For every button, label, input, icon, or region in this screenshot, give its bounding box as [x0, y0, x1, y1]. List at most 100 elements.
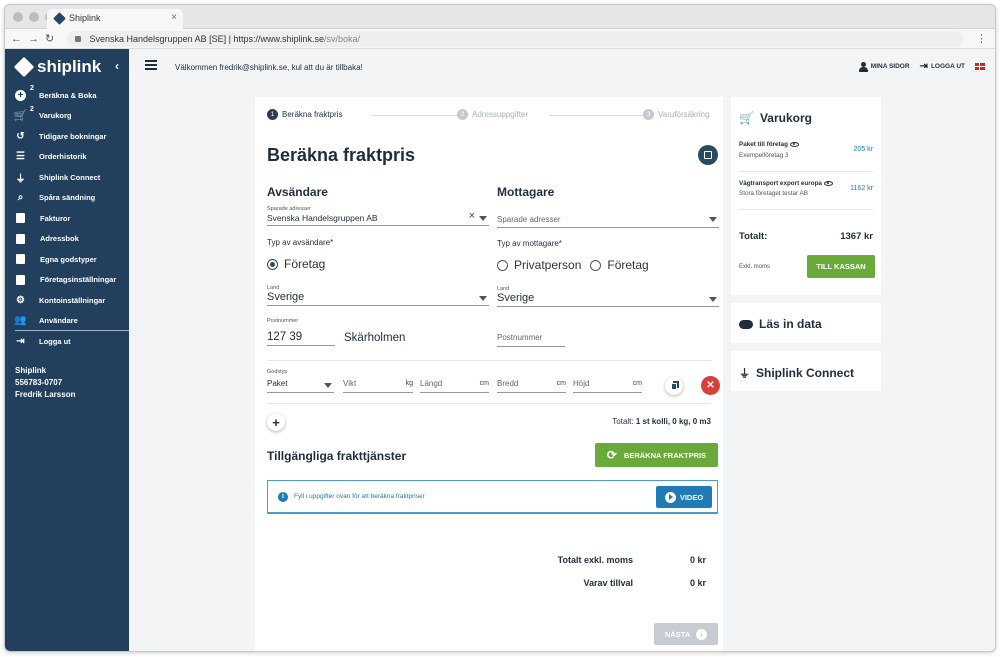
sender-type-company-radio[interactable]: Företag [267, 257, 489, 271]
cart-item-sub: Stora företaget testar AB [739, 190, 808, 197]
eye-icon[interactable] [790, 142, 799, 147]
clear-icon[interactable]: × [469, 210, 475, 222]
step-label: Adressuppgifter [472, 110, 529, 119]
cart-icon: 🛒 [13, 110, 28, 123]
history-icon: ↺ [16, 130, 25, 142]
tab-close-icon[interactable]: × [171, 12, 177, 23]
weight-input[interactable]: Vikt kg [343, 379, 413, 393]
browser-menu-icon[interactable]: ⋮ [976, 32, 987, 45]
sidebar: shiplink ‹ + 2 Beräkna & Boka 🛒 2 Varuko… [5, 49, 129, 651]
width-input[interactable]: Bredd cm [497, 379, 566, 393]
receiver-option-company[interactable]: Företag [607, 258, 648, 272]
copy-row-button[interactable] [665, 377, 683, 395]
package-total: Totalt: 1 st kolli, 0 kg, 0 m3 [612, 417, 711, 426]
section-divider [267, 403, 711, 404]
sidebar-item-egna-godstyper[interactable]: Egna godstyper [5, 249, 129, 270]
add-package-button[interactable]: + [267, 413, 285, 431]
sidebar-item-label: Orderhistorik [39, 152, 87, 162]
sidebar-item-varukorg[interactable]: 🛒 2 Varukorg [5, 106, 129, 127]
browser-nav-icons[interactable]: ←→↻ [11, 32, 60, 45]
delete-row-button[interactable]: ✕ [701, 376, 720, 395]
my-pages-link[interactable]: MINA SIDOR [858, 61, 910, 72]
sidebar-item-orderhistorik[interactable]: ☰ Orderhistorik [5, 147, 129, 168]
sidebar-item-berakna-boka[interactable]: + 2 Beräkna & Boka [5, 85, 129, 106]
receiver-country-select[interactable]: Sverige [497, 292, 719, 307]
uk-flag-icon[interactable] [975, 63, 985, 70]
sidebar-divider [15, 330, 129, 331]
collapse-sidebar-icon[interactable]: ‹ [115, 59, 119, 73]
account-info: Shiplink 556783-0707 Fredrik Larsson [15, 365, 75, 401]
logo-text: shiplink [37, 57, 102, 76]
receiver-type-label: Typ av mottagare* [497, 239, 562, 248]
sidebar-item-anvandare[interactable]: 👥 Användare [5, 311, 129, 332]
radio-unselected-icon[interactable] [590, 259, 602, 271]
goods-type-select[interactable]: Paket [267, 379, 334, 393]
plug-icon: ⏚ [15, 173, 26, 185]
vat-label: Exkl. moms [739, 264, 771, 270]
minimize-window-dot[interactable] [29, 12, 39, 22]
sender-type-option: Företag [284, 257, 326, 271]
sidebar-item-kontoinstallningar[interactable]: ⚙ Kontoinställningar [5, 290, 129, 311]
video-label: VIDEO [679, 492, 704, 502]
cart-item-label: Paket till företag [739, 141, 788, 148]
page-title: Beräkna fraktpris [267, 145, 416, 165]
total-excl-vat-value: 0 kr [689, 555, 706, 565]
sidebar-item-shiplink-connect[interactable]: ⏚ Shiplink Connect [5, 167, 129, 188]
calculate-price-button[interactable]: ⟳ BERÄKNA FRAKTPRIS [595, 443, 718, 467]
load-data-panel[interactable]: Läs in data [731, 303, 881, 343]
eye-icon[interactable] [823, 181, 833, 186]
sidebar-item-label: Beräkna & Boka [39, 90, 97, 100]
sender-postal-input[interactable]: 127 39 [267, 331, 335, 346]
shiplink-logo-icon [13, 56, 35, 78]
cloud-download-icon [739, 319, 753, 329]
services-heading: Tillgängliga frakttjänster [267, 449, 407, 463]
close-window-dot[interactable] [13, 12, 23, 22]
sidebar-item-adressbok[interactable]: Adressbok [5, 229, 129, 250]
checkout-button[interactable]: TILL KASSAN [807, 255, 875, 278]
site-identity: Svenska Handelsgruppen AB [SE] [89, 34, 227, 44]
load-data-heading: Läs in data [739, 317, 822, 331]
address-bar[interactable]: Svenska Handelsgruppen AB [SE] | https:/… [67, 31, 963, 47]
save-button[interactable] [698, 145, 718, 165]
booking-form-card: 1 Beräkna fraktpris 2 Adressuppgifter 3 … [255, 97, 723, 651]
cart-item-name[interactable]: Paket till företag [739, 141, 799, 148]
sidebar-item-label: Varukorg [39, 111, 72, 121]
radio-unselected-icon[interactable] [497, 259, 508, 271]
building-icon [16, 274, 25, 285]
sidebar-item-tidigare-bokningar[interactable]: ↺ Tidigare bokningar [5, 126, 129, 147]
sidebar-item-spara-sandning[interactable]: ⌕ Spåra sändning [5, 188, 129, 209]
sender-city: Skärholmen [344, 332, 406, 344]
length-unit: cm [479, 380, 489, 387]
sidebar-item-label: Användare [39, 316, 78, 326]
shiplink-logo[interactable]: shiplink [13, 56, 102, 78]
sender-country-select[interactable]: Sverige [267, 291, 489, 306]
next-button[interactable]: NÄSTA › [654, 623, 718, 645]
browser-tab[interactable]: Shiplink × [47, 9, 183, 29]
height-input[interactable]: Höjd cm [573, 379, 642, 393]
account-user: Fredrik Larsson [15, 390, 76, 399]
receiver-saved-address-select[interactable]: Sparade adresser [497, 213, 719, 228]
receiver-option-private[interactable]: Privatperson [514, 258, 581, 272]
sender-section: Avsändare Sparade adresser Svenska Hande… [267, 185, 489, 324]
hamburger-menu-icon[interactable] [145, 60, 157, 70]
logout-link[interactable]: ⇥ LOGGA UT [920, 61, 965, 72]
sidebar-badge: 2 [30, 85, 34, 92]
step-3[interactable]: 3 Varuförsäkring [643, 109, 709, 120]
user-icon [858, 61, 868, 72]
sender-saved-address-select[interactable]: Svenska Handelsgruppen AB × [267, 210, 489, 226]
sidebar-item-logga-ut[interactable]: ⇥ Logga ut [5, 331, 129, 352]
cart-item-name[interactable]: Vägtransport export europa [739, 180, 833, 187]
shiplink-connect-panel[interactable]: ⏚ Shiplink Connect [731, 351, 881, 391]
video-button[interactable]: VIDEO [656, 486, 712, 508]
step-1[interactable]: 1 Beräkna fraktpris [267, 109, 342, 120]
height-placeholder: Höjd [573, 379, 590, 388]
receiver-postal-input[interactable]: Postnummer [497, 332, 565, 347]
sidebar-item-fakturor[interactable]: Fakturor [5, 208, 129, 229]
step-2[interactable]: 2 Adressuppgifter [457, 109, 528, 120]
url-path: /sv/boka/ [324, 34, 361, 44]
sender-postal-label: Postnummer [267, 318, 299, 324]
close-icon: ✕ [706, 380, 715, 391]
chevron-down-icon [479, 296, 487, 301]
length-input[interactable]: Längd cm [420, 379, 489, 393]
sidebar-item-foretagsinstallningar[interactable]: Företagsinställningar [5, 270, 129, 291]
